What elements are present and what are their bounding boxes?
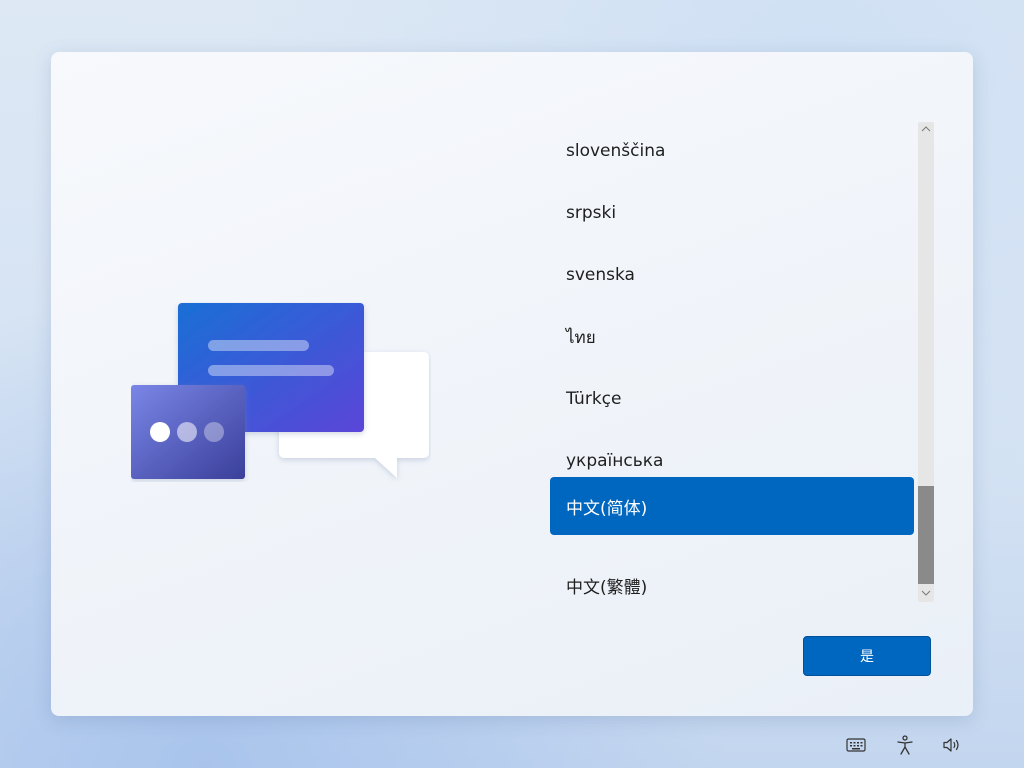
language-label: srpski [566, 203, 617, 223]
scrollbar-thumb[interactable] [918, 486, 934, 584]
language-label: 中文(繁體) [566, 577, 648, 598]
language-option[interactable]: srpski [550, 184, 914, 242]
keyboard-icon[interactable] [844, 734, 868, 756]
volume-icon[interactable] [940, 734, 964, 756]
language-option[interactable]: 中文(繁體) [550, 556, 914, 600]
language-label: ไทย [566, 327, 596, 348]
language-label: slovenščina [566, 141, 666, 161]
accessibility-icon[interactable] [893, 734, 917, 756]
language-label: 中文(简体) [566, 498, 648, 519]
language-option[interactable]: slovenščina [550, 122, 914, 180]
language-list-scrollbar[interactable] [918, 122, 934, 602]
yes-button[interactable]: 是 [803, 636, 931, 676]
language-label: українська [566, 451, 664, 471]
language-option[interactable]: svenska [550, 246, 914, 304]
language-list[interactable]: slovenščina srpski svenska ไทย Türkçe ук… [550, 122, 916, 600]
language-label: svenska [566, 265, 635, 285]
setup-card: slovenščina srpski svenska ไทย Türkçe ук… [51, 52, 973, 716]
language-label: Türkçe [566, 389, 622, 409]
language-option-selected[interactable]: 中文(简体) [550, 477, 914, 535]
scroll-up-icon[interactable] [918, 122, 934, 136]
language-chat-illustration [131, 303, 429, 479]
purple-typing-card [131, 385, 245, 479]
scroll-down-icon[interactable] [918, 586, 934, 600]
language-option[interactable]: Türkçe [550, 370, 914, 428]
language-option[interactable]: ไทย [550, 308, 914, 366]
